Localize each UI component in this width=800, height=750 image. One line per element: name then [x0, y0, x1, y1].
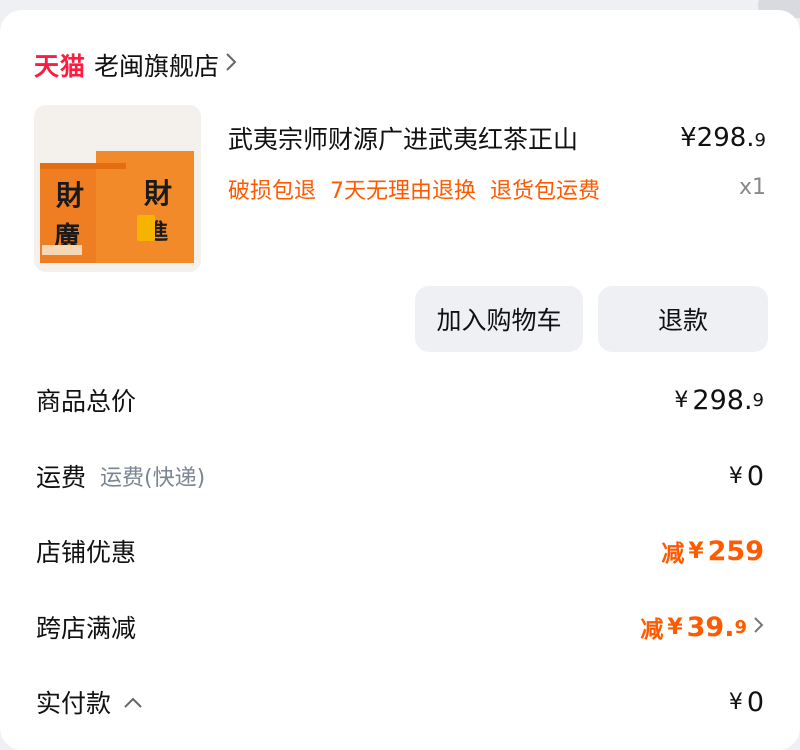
- chevron-right-icon[interactable]: [753, 615, 764, 640]
- unit-price: ¥298.9: [680, 123, 766, 153]
- quantity: x1: [738, 175, 766, 200]
- cross-store-discount-label: 跨店满减: [36, 614, 137, 643]
- cross-store-discount-row[interactable]: 跨店满减 减 ¥39. 9: [36, 607, 764, 647]
- cross-store-discount-amount[interactable]: 减 ¥39. 9: [640, 610, 764, 644]
- tmall-logo: 天猫: [34, 52, 87, 81]
- paid-amount: ¥0: [728, 686, 764, 718]
- chevron-right-icon[interactable]: [225, 52, 237, 78]
- paid-label: 实付款: [36, 689, 112, 718]
- add-to-cart-button[interactable]: 加入购物车: [415, 286, 583, 352]
- shipping-method: 运费(快递): [100, 466, 206, 491]
- svg-text:財: 財: [56, 179, 84, 212]
- store-discount-row: 店铺优惠 减 ¥259: [36, 531, 764, 571]
- product-title[interactable]: 武夷宗师财源广进武夷红茶正山: [228, 120, 578, 156]
- order-card: 天猫 老闽旗舰店 財 廣 財 進 武夷宗师财源广进武夷红茶正山 ¥298.9 破…: [0, 10, 800, 750]
- shipping-amount: ¥0: [728, 460, 764, 492]
- tag-damage-return: 破损包退: [228, 179, 317, 204]
- tag-7day-return: 7天无理由退换: [330, 179, 477, 204]
- subtotal-row: 商品总价 ¥298. 9: [36, 380, 764, 420]
- shop-name[interactable]: 老闽旗舰店: [94, 47, 219, 83]
- store-discount-label: 店铺优惠: [36, 538, 137, 567]
- product-image[interactable]: 財 廣 財 進: [34, 105, 201, 272]
- service-tags: 破损包退 7天无理由退换 退货包运费: [228, 173, 600, 205]
- subtotal-label: 商品总价: [36, 387, 137, 416]
- svg-text:財: 財: [144, 177, 172, 210]
- shipping-row: 运费 运费(快递) ¥0: [36, 456, 764, 496]
- paid-row[interactable]: 实付款 ¥0: [36, 682, 764, 722]
- subtotal-amount: ¥298. 9: [674, 384, 764, 416]
- chevron-up-icon[interactable]: [123, 690, 143, 715]
- tag-free-return-shipping: 退货包运费: [490, 179, 601, 204]
- store-discount-amount: 减 ¥259: [661, 535, 764, 568]
- refund-button[interactable]: 退款: [598, 286, 768, 352]
- shipping-label: 运费: [36, 463, 87, 492]
- shop-header[interactable]: 天猫 老闽旗舰店: [34, 48, 237, 82]
